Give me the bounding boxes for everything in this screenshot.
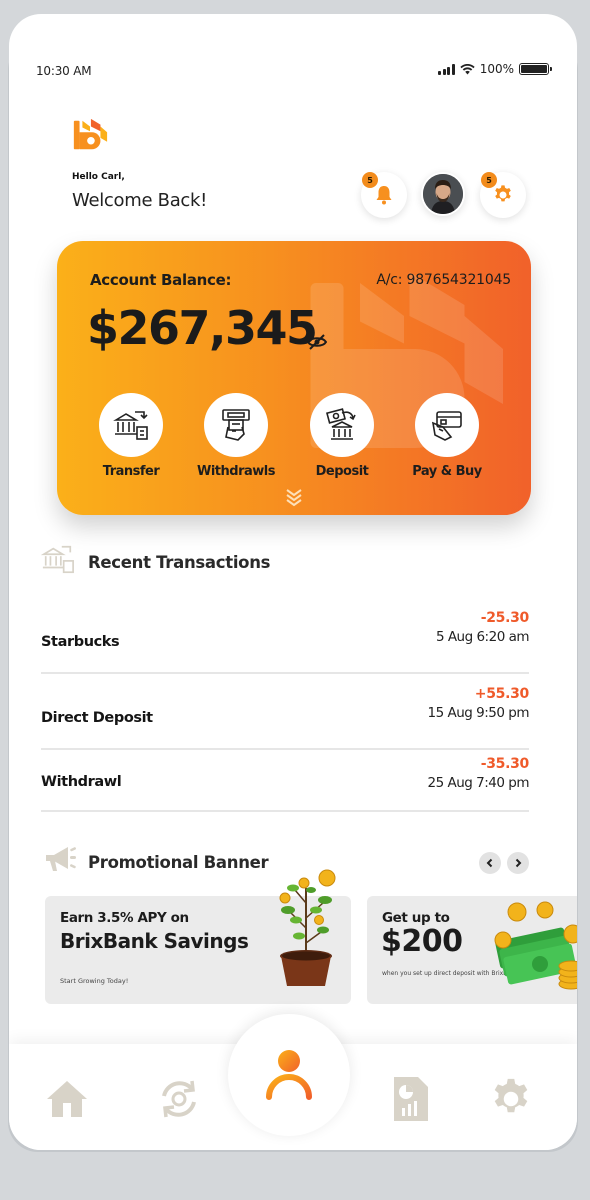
- deposit-button[interactable]: Deposit: [292, 393, 392, 479]
- transaction-row[interactable]: Direct Deposit +55.30 15 Aug 9:50 pm: [41, 686, 530, 750]
- signal-icon: [438, 63, 455, 75]
- chevron-right-icon: [515, 858, 522, 868]
- promo-next-button[interactable]: [507, 852, 529, 874]
- nav-reports[interactable]: [386, 1074, 436, 1124]
- avatar-image: [423, 174, 463, 214]
- home-icon: [47, 1081, 87, 1117]
- cash-deposit-icon: [325, 408, 356, 440]
- transaction-amount: -35.30: [480, 756, 530, 772]
- nav-profile-button[interactable]: [228, 1014, 350, 1136]
- card-payment-icon: [431, 411, 462, 441]
- balance-label: Account Balance:: [90, 271, 232, 289]
- transfer-button[interactable]: Transfer: [81, 393, 181, 479]
- transfer-label: Transfer: [102, 464, 160, 479]
- transaction-row[interactable]: Withdrawl -35.30 25 Aug 7:40 pm: [41, 756, 530, 812]
- deposit-label: Deposit: [315, 464, 369, 479]
- nav-exchange[interactable]: [154, 1074, 204, 1124]
- bank-transfer-icon: [113, 411, 148, 440]
- notifications-button[interactable]: 5: [361, 172, 407, 218]
- profile-icon: [266, 1050, 312, 1100]
- report-icon: [394, 1077, 428, 1121]
- withdrawls-label: Withdrawls: [197, 464, 275, 479]
- promotional-banner-title: Promotional Banner: [88, 853, 269, 872]
- battery-percent: 100%: [479, 62, 514, 76]
- promo-title: $200: [381, 924, 463, 959]
- promo-cta: Start Growing Today!: [60, 977, 129, 985]
- transaction-date: 25 Aug 7:40 pm: [427, 775, 530, 791]
- promo-prev-button[interactable]: [479, 852, 501, 874]
- atm-withdraw-icon: [222, 409, 250, 441]
- pay-and-buy-button[interactable]: Pay & Buy: [397, 393, 497, 479]
- nav-settings[interactable]: [486, 1074, 536, 1124]
- welcome-text: Welcome Back!: [72, 190, 208, 211]
- wifi-icon: [460, 63, 475, 75]
- phone-screen: 10:30 AM 100% Hello Carl, Welcome Back! …: [9, 14, 577, 1150]
- megaphone-icon: [46, 847, 76, 871]
- bell-icon: [376, 186, 392, 205]
- money-plant-illustration: [279, 869, 336, 986]
- cash-coins-illustration: [494, 901, 577, 990]
- promo-headline: Earn 3.5% APY on: [60, 910, 189, 926]
- transaction-amount: -25.30: [480, 610, 530, 626]
- transaction-amount: +55.30: [474, 686, 530, 702]
- status-icons: 100%: [438, 62, 552, 76]
- transaction-date: 15 Aug 9:50 pm: [427, 705, 530, 721]
- settings-icon: [494, 1078, 528, 1113]
- gear-icon: [495, 185, 511, 202]
- avatar: [423, 174, 463, 214]
- transaction-row[interactable]: Starbucks -25.30 5 Aug 6:20 am: [41, 610, 530, 674]
- balance-amount: $267,345: [87, 301, 318, 355]
- status-time: 10:30 AM: [36, 64, 92, 78]
- transaction-name: Starbucks: [41, 634, 120, 650]
- account-balance-card: Account Balance: A/c: 987654321045 $267,…: [57, 241, 531, 515]
- transaction-name: Direct Deposit: [41, 710, 153, 726]
- promo-banner-direct-deposit[interactable]: Get up to $200 when you set up direct de…: [367, 896, 577, 1004]
- notification-badge: 5: [362, 172, 378, 188]
- transaction-name: Withdrawl: [41, 774, 122, 790]
- nav-home[interactable]: [42, 1074, 92, 1124]
- greeting-text: Hello Carl,: [72, 172, 125, 182]
- settings-button[interactable]: 5: [480, 172, 526, 218]
- settings-badge: 5: [481, 172, 497, 188]
- account-number: A/c: 987654321045: [376, 272, 511, 288]
- transaction-date: 5 Aug 6:20 am: [435, 629, 530, 645]
- promo-title: BrixBank Savings: [60, 929, 249, 953]
- profile-avatar-button[interactable]: [421, 172, 465, 216]
- battery-icon: [519, 63, 552, 75]
- pay-and-buy-label: Pay & Buy: [412, 464, 482, 479]
- chevron-left-icon: [486, 858, 493, 868]
- expand-chevron-icon[interactable]: [282, 487, 306, 507]
- withdrawls-button[interactable]: Withdrawls: [186, 393, 286, 479]
- brixbank-logo: [73, 118, 108, 150]
- transactions-icon: [41, 545, 74, 574]
- hide-balance-eye-icon[interactable]: [307, 333, 327, 351]
- exchange-icon: [162, 1080, 196, 1118]
- recent-transactions-title: Recent Transactions: [88, 553, 271, 572]
